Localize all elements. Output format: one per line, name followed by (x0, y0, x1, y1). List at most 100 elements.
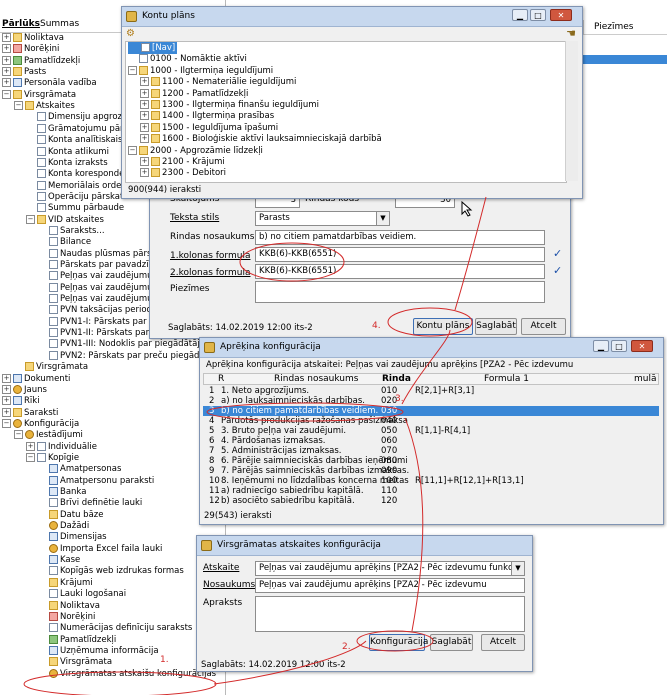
close-icon[interactable]: ✕ (631, 340, 653, 352)
nav-item[interactable]: − Iestādījumi (14, 429, 83, 441)
nav-item[interactable]: Operāciju pārskats (26, 191, 128, 203)
expand-icon[interactable]: + (2, 67, 11, 77)
table-row[interactable]: 8 6. Pārējie saimnieciskās darbības ieņēm… (203, 456, 659, 466)
expand-icon[interactable]: + (140, 157, 149, 166)
cancel-button[interactable]: Atcelt (481, 634, 525, 651)
nav-item[interactable]: − Kopīgie (26, 452, 79, 464)
account-item[interactable]: − 2000 - Apgrozāmie līdzekļi (128, 145, 263, 157)
account-item[interactable]: +1200 - Pamatlīdzekļi (140, 88, 248, 100)
table-row[interactable]: 7 5. Administrācijas izmaksas. 070 (203, 446, 659, 456)
tab-summas[interactable]: Summas (40, 19, 79, 29)
collapse-icon[interactable]: − (128, 65, 137, 75)
nav-item[interactable]: Noliktava (38, 600, 100, 612)
collapse-icon[interactable]: − (26, 214, 35, 224)
nav-item[interactable]: Brīvi definētie lauki (38, 497, 142, 509)
checkmark-icon[interactable]: ✓ (553, 264, 562, 277)
expand-icon[interactable]: + (2, 407, 11, 417)
nav-item[interactable]: Konta analītiskais (26, 134, 122, 146)
column-header-rindas-nosaukums[interactable]: Rindas nosaukums (274, 374, 358, 384)
nav-item[interactable]: PVN2: Pārskats par preču piegādēm (38, 350, 213, 362)
kolonna2-formula-field[interactable]: KKB(6)-KKB(6551) (255, 264, 545, 279)
save-button[interactable]: Saglabāt (430, 634, 473, 651)
nav-item[interactable]: Datu bāze (38, 509, 103, 521)
expand-icon[interactable]: + (2, 373, 11, 383)
kontu-plans-button[interactable]: Kontu plāns (413, 318, 473, 335)
table-row[interactable]: 12 b) asociēto sabiedrību kapitālā. 120 (203, 496, 659, 506)
expand-icon[interactable]: + (140, 134, 149, 144)
atskaite-select[interactable]: Peļņas vai zaudējumu aprēķins [PZA2 - Pē… (255, 561, 525, 576)
nav-item[interactable]: Dimensijas (38, 531, 107, 543)
account-item[interactable]: +1300 - Ilgtermiņa finanšu ieguldījumi (140, 99, 319, 111)
close-icon[interactable]: ✕ (550, 9, 572, 21)
collapse-icon[interactable]: − (14, 101, 23, 111)
collapse-icon[interactable]: − (14, 430, 23, 440)
nav-item[interactable]: + Rīki (2, 395, 40, 407)
column-header-formula2[interactable]: mulā (634, 374, 657, 384)
column-header-formula1[interactable]: Formula 1 (484, 374, 529, 384)
nav-item[interactable]: + Noliktava (2, 32, 64, 44)
nav-item[interactable]: + Norēķini (2, 43, 59, 55)
account-item[interactable]: +1500 - Ieguldījuma īpašumi (140, 122, 278, 134)
table-row[interactable]: 3 b) no citiem pamatdarbības veidiem. 030 (203, 406, 659, 416)
nav-item[interactable]: Konta atlikumi (26, 146, 109, 158)
rindas-nosaukums-field[interactable]: b) no citiem pamatdarbības veidiem. (255, 230, 545, 245)
nav-item[interactable]: Konta koresponde (26, 168, 124, 180)
nav-item[interactable]: Amatpersonu paraksti (38, 475, 154, 487)
expand-icon[interactable]: + (26, 441, 35, 451)
table-row[interactable]: 11 a) radniecīgo sabiedrību kapitālā. 110 (203, 486, 659, 496)
nav-item[interactable]: Amatpersonas (38, 463, 121, 475)
collapse-icon[interactable]: − (128, 145, 137, 155)
nav-item[interactable]: Dažādi (38, 520, 89, 532)
tab-parluks[interactable]: Pārlūks (2, 19, 40, 29)
expand-icon[interactable]: + (140, 122, 149, 132)
cancel-button[interactable]: Atcelt (521, 318, 566, 335)
expand-icon[interactable]: + (140, 100, 149, 109)
expand-icon[interactable]: + (140, 168, 149, 178)
nav-item[interactable]: Bilance (38, 236, 91, 248)
column-header-rinda[interactable]: Rinda (382, 374, 411, 384)
maximize-icon[interactable]: □ (611, 340, 627, 352)
vertical-scrollbar[interactable] (565, 41, 578, 181)
column-header-piezimes[interactable]: Piezīmes (583, 20, 667, 35)
account-item[interactable]: +2300 - Debitori (140, 167, 226, 179)
nav-item[interactable]: Virsgrāmata (14, 361, 88, 373)
table-row[interactable]: 1 1. Neto apgrozījums. 010 R[2,1]+R[3,1] (203, 386, 659, 396)
nav-item[interactable]: − VID atskaites (26, 214, 104, 226)
save-button[interactable]: Saglabāt (475, 318, 517, 335)
maximize-icon[interactable]: □ (530, 9, 546, 21)
expand-icon[interactable]: + (2, 33, 11, 42)
table-row[interactable]: 6 4. Pārdošanas izmaksas. 060 (203, 436, 659, 446)
account-item[interactable]: +1400 - Ilgtermiņa prasības (140, 110, 274, 122)
nav-item[interactable]: Memoriālais orderis (26, 180, 132, 192)
nav-item[interactable]: Pamatlīdzekļi (38, 634, 116, 646)
nosaukums-field[interactable]: Peļņas vai zaudējumu aprēķins [PZA2 - Pē… (255, 578, 525, 593)
piezimes-field[interactable] (255, 281, 545, 303)
column-header-r[interactable]: R (218, 374, 224, 384)
nav-item[interactable]: Importa Excel faila lauki (38, 543, 162, 555)
nav-item[interactable]: Lauki logošanai (38, 588, 126, 600)
nav-item[interactable]: Dimensiju apgrozīj (26, 111, 127, 123)
minimize-icon[interactable]: ▁ (593, 340, 609, 352)
nav-item[interactable]: + Dokumenti (2, 373, 70, 385)
expand-icon[interactable]: + (2, 44, 11, 54)
kontu-plans-titlebar[interactable]: Kontu plāns ▁ □ ✕ (122, 7, 582, 27)
nav-item[interactable]: + Pasts (2, 66, 46, 78)
nav-item[interactable]: − Virsgrāmata (2, 89, 76, 101)
nav-item[interactable]: + Individuālie (26, 441, 97, 453)
nav-item[interactable]: Summu pārbaude (26, 202, 124, 214)
nav-item[interactable]: + Saraksti (2, 407, 58, 419)
table-row[interactable]: 10 8. Ieņēmumi no līdzdalības koncerna me… (203, 476, 659, 486)
expand-icon[interactable]: + (2, 384, 11, 394)
nav-item[interactable]: Kopīgās web izdrukas formas (38, 565, 184, 577)
nav-item[interactable]: Saraksts... (38, 225, 105, 237)
collapse-icon[interactable]: − (26, 452, 35, 462)
table-row[interactable]: 2 a) no lauksaimnieciskās darbības. 020 (203, 396, 659, 406)
minimize-icon[interactable]: ▁ (512, 9, 528, 21)
expand-icon[interactable]: + (2, 78, 11, 88)
chevron-down-icon[interactable]: ▼ (376, 212, 389, 225)
virsgramatas-titlebar[interactable]: Virsgrāmatas atskaites konfigurācija (197, 536, 532, 556)
expand-icon[interactable]: + (140, 88, 149, 98)
account-item[interactable]: [Nav] (128, 42, 178, 54)
nav-item[interactable]: + Personāla vadība (2, 77, 97, 89)
apraksts-field[interactable] (255, 596, 525, 632)
